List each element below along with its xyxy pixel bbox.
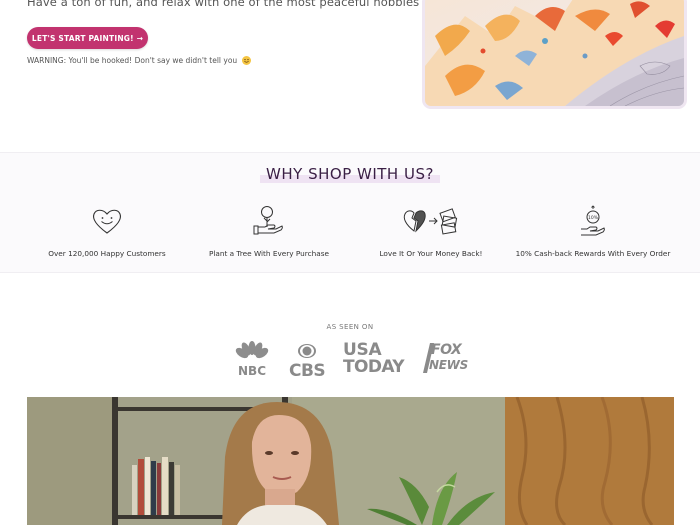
smile-emoji-icon [241,56,251,65]
feature-label: Love It Or Your Money Back! [379,249,483,258]
today-text: TODAY [343,357,405,377]
why-shop-heading: WHY SHOP WITH US? [0,165,700,184]
why-shop-title: WHY SHOP WITH US? [260,165,440,183]
hero-section: Have a ton of fun, and relax with one of… [0,0,700,152]
nbc-text: NBC [238,364,266,378]
feature-money-back: Love It Or Your Money Back! [346,205,516,258]
usa-today-logo: USA TODAY [343,342,407,376]
why-shop-section: WHY SHOP WITH US? Over 120,000 Happy Cus… [0,152,700,273]
feature-cashback: 10% 10% Cash-back Rewards With Every Ord… [507,205,679,258]
testimonial-video[interactable] [27,397,674,525]
hero-tagline: Have a ton of fun, and relax with one of… [27,0,482,9]
feature-label: 10% Cash-back Rewards With Every Order [515,249,671,258]
feature-plant-tree: Plant a Tree With Every Purchase [184,205,354,258]
nbc-logo: NBC [235,341,269,378]
painting-kit-image [425,0,684,106]
as-seen-on-label: AS SEEN ON [326,323,374,331]
warning-text: WARNING: You'll be hooked! Don't say we … [27,56,251,65]
cbs-eye-icon [298,344,316,358]
heart-smile-icon [92,209,122,234]
news-text: NEWS [429,358,468,372]
cbs-text: CBS [289,361,326,381]
start-painting-button[interactable]: LET'S START PAINTING! → [27,27,148,49]
fox-text: FOX [431,342,462,358]
broken-heart-money-icon [403,208,458,235]
warning-label: WARNING: You'll be hooked! Don't say we … [27,56,238,65]
cashback-coin-hand-icon: 10% [581,205,605,236]
tree-hand-icon [253,206,283,235]
feature-label: Over 120,000 Happy Customers [48,249,166,258]
feature-happy-customers: Over 120,000 Happy Customers [22,205,192,258]
fox-news-logo: FOX NEWS [421,341,468,377]
as-seen-on-section: AS SEEN ON NBC CBS USA TODAY FOX NEWS [0,273,700,397]
press-logos: NBC CBS USA TODAY FOX NEWS [0,341,700,381]
peacock-icon [235,341,269,359]
video-frame [27,397,674,525]
cbs-logo: CBS [289,343,326,381]
svg-text:10%: 10% [588,215,599,221]
feature-label: Plant a Tree With Every Purchase [208,249,330,258]
